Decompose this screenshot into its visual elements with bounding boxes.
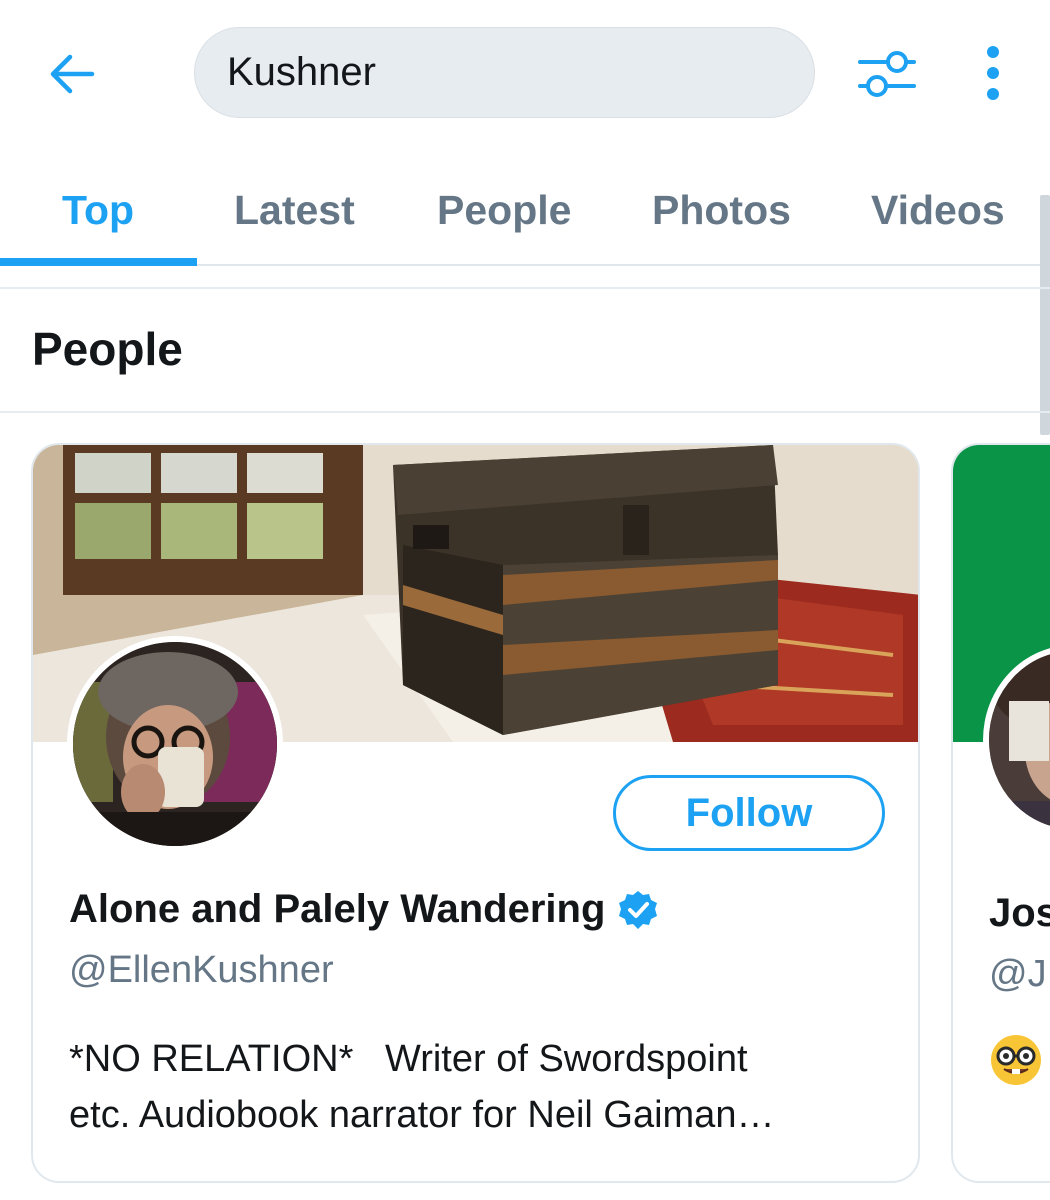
tab-photos[interactable]: Photos: [652, 180, 791, 240]
tab-top[interactable]: Top: [62, 180, 134, 240]
divider: [0, 411, 1050, 413]
more-vertical-icon: [987, 46, 999, 100]
nerd-face-emoji-icon: [991, 1035, 1041, 1085]
user-name-row: Alone and Palely Wandering: [69, 887, 659, 932]
search-tabs: Top Latest People Photos Videos: [0, 150, 1050, 266]
divider: [0, 287, 1050, 289]
user-card[interactable]: Jos @J: [951, 443, 1050, 1183]
tab-videos[interactable]: Videos: [871, 180, 1005, 240]
user-avatar[interactable]: [67, 636, 283, 852]
user-bio: *NO RELATION* Writer of Swordspoint etc.…: [69, 1031, 889, 1143]
tab-latest[interactable]: Latest: [234, 180, 355, 240]
arrow-left-icon: [50, 54, 95, 94]
tabs-scrollbar[interactable]: [1040, 195, 1050, 435]
search-filter-button[interactable]: [852, 44, 922, 104]
search-query: Kushner: [227, 50, 376, 94]
user-card[interactable]: Follow Alone and Palely Wandering @Ellen…: [31, 443, 920, 1183]
follow-button[interactable]: Follow: [613, 775, 885, 851]
user-handle: @J: [989, 953, 1047, 995]
active-tab-indicator: [0, 258, 197, 266]
tab-people[interactable]: People: [437, 180, 571, 240]
user-display-name[interactable]: Alone and Palely Wandering: [69, 887, 605, 932]
search-input[interactable]: Kushner: [194, 27, 815, 118]
user-display-name[interactable]: Jos: [989, 891, 1050, 936]
bio-line: etc. Audiobook narrator for Neil Gaiman…: [69, 1094, 775, 1136]
more-options-button[interactable]: [968, 40, 1018, 106]
top-app-bar: Kushner: [0, 0, 1050, 145]
section-title: People: [32, 323, 183, 375]
sliders-icon: [858, 51, 916, 97]
user-photo: [73, 642, 277, 846]
bio-line: *NO RELATION* Writer of Swordspoint: [69, 1038, 748, 1080]
user-handle: @EllenKushner: [69, 949, 334, 991]
verified-badge-icon: [619, 890, 658, 929]
back-button[interactable]: [44, 48, 100, 100]
